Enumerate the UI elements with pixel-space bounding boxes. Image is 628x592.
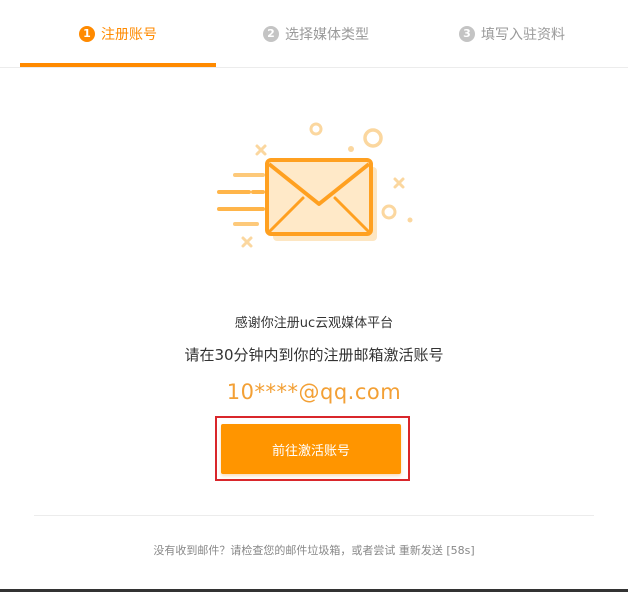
step-fill-info: 3 填写入驻资料 [414,0,610,68]
step-1-number: 1 [79,26,95,42]
step-2-number: 2 [263,26,279,42]
resend-link[interactable]: 重新发送 [399,544,443,557]
step-register: 1 注册账号 [20,0,216,68]
active-step-underline [20,63,216,67]
step-1-label: 注册账号 [101,27,157,43]
activate-account-button[interactable]: 前往激活账号 [221,424,401,474]
step-2-label: 选择媒体类型 [285,27,369,43]
step-3-label: 填写入驻资料 [481,27,565,43]
step-select-media-type: 2 选择媒体类型 [218,0,414,68]
footer-note: 没有收到邮件？请检查您的邮件垃圾箱，或者尝试 重新发送 [58s] [0,542,628,558]
thanks-message: 感谢你注册uc云观媒体平台 [234,316,394,331]
registration-page: 1 注册账号 2 选择媒体类型 3 填写入驻资料 感谢你注册uc云观媒体平台 请… [0,0,628,592]
divider [34,515,594,516]
envelope-illustration [205,112,425,257]
step-3-number: 3 [459,26,475,42]
step-progress-bar: 1 注册账号 2 选择媒体类型 3 填写入驻资料 [0,0,628,68]
registered-email: 10****@qq.com [226,380,402,404]
resend-countdown: [58s] [446,544,475,557]
footer-text: 没有收到邮件？请检查您的邮件垃圾箱，或者尝试 [153,544,399,557]
envelope-icon [217,122,413,248]
activation-instruction: 请在30分钟内到你的注册邮箱激活账号 [184,346,444,364]
